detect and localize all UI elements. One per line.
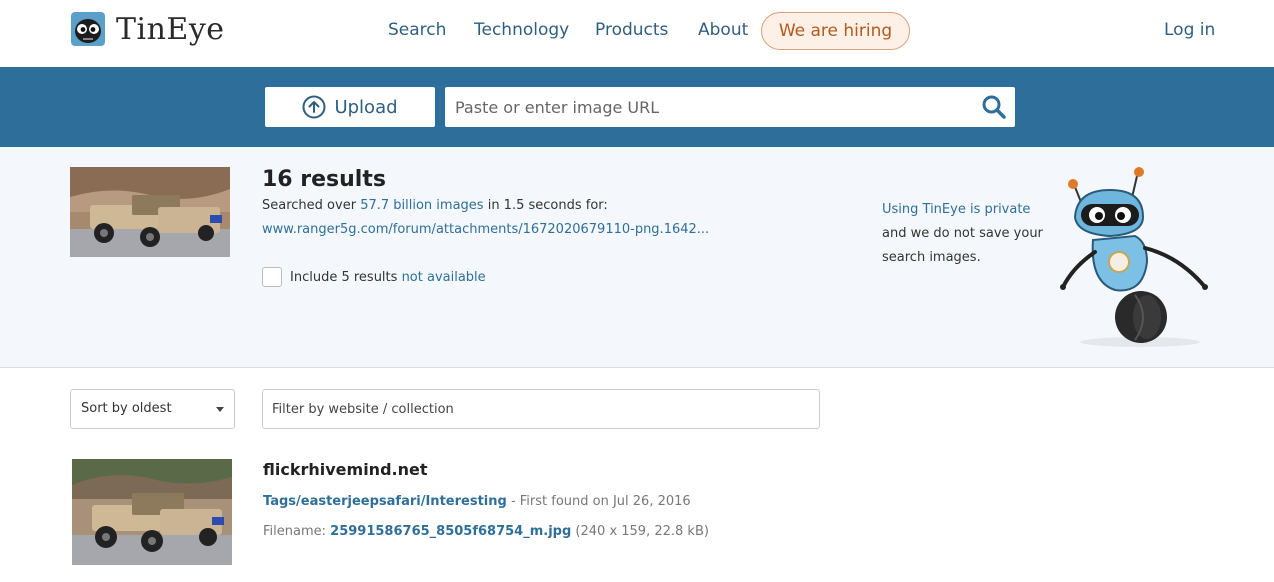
result-first-found: - First found on Jul 26, 2016 — [510, 494, 691, 509]
filter-website-input[interactable] — [263, 390, 819, 428]
result-path-link[interactable]: Tags/easterjeepsafari/Interesting — [263, 494, 507, 509]
query-image-thumbnail[interactable] — [70, 167, 230, 257]
nav-products[interactable]: Products — [595, 20, 668, 40]
results-summary: 16 results Searched over 57.7 billion im… — [0, 147, 1274, 368]
upload-label: Upload — [334, 96, 398, 118]
search-icon[interactable] — [981, 94, 1007, 120]
chevron-down-icon — [216, 407, 224, 412]
brand-name: TinEye — [116, 11, 225, 47]
result-image-thumbnail[interactable] — [72, 459, 232, 565]
not-available-link[interactable]: not available — [402, 270, 486, 285]
search-band: Upload — [0, 67, 1274, 147]
privacy-note: Using TinEye is private and we do not sa… — [882, 198, 1052, 270]
site-header: TinEye Search Technology Products About … — [0, 0, 1274, 67]
include-label: Include 5 results — [290, 269, 398, 285]
sort-select[interactable]: Sort by oldest — [70, 389, 235, 429]
sort-select-value: Sort by oldest — [81, 401, 172, 416]
filter-box — [262, 389, 820, 429]
include-unavailable-checkbox[interactable] — [262, 267, 282, 287]
include-unavailable: Include 5 results not available — [262, 267, 486, 287]
we-are-hiring-button[interactable]: We are hiring — [761, 12, 910, 50]
filename-label: Filename: — [263, 524, 327, 539]
nav-search[interactable]: Search — [388, 20, 446, 40]
searched-prefix: Searched over — [262, 198, 357, 213]
tineye-robot-mascot — [1060, 167, 1208, 347]
nav-technology[interactable]: Technology — [474, 20, 569, 40]
tineye-robot-icon — [71, 12, 105, 46]
upload-button[interactable]: Upload — [265, 87, 435, 127]
privacy-text: and we do not save your search images. — [882, 226, 1043, 265]
url-search-box — [445, 87, 1015, 127]
searched-suffix: in 1.5 seconds for: — [487, 198, 608, 213]
upload-arrow-icon — [302, 95, 326, 119]
image-url-input[interactable] — [455, 87, 975, 127]
result-filename-link[interactable]: 25991586765_8505f68754_m.jpg — [330, 524, 571, 539]
result-filename-line: Filename: 25991586765_8505f68754_m.jpg (… — [263, 524, 709, 539]
images-count-link[interactable]: 57.7 billion images — [360, 198, 483, 213]
result-file-meta: (240 x 159, 22.8 kB) — [575, 524, 709, 539]
searched-over-text: Searched over 57.7 billion images in 1.5… — [262, 198, 608, 213]
tineye-logo[interactable]: TinEye — [70, 9, 225, 49]
result-site-name[interactable]: flickrhivemind.net — [263, 460, 427, 479]
privacy-link[interactable]: Using TinEye is private — [882, 202, 1030, 217]
results-count-title: 16 results — [262, 167, 386, 192]
result-path-line: Tags/easterjeepsafari/Interesting - Firs… — [263, 494, 691, 509]
login-link[interactable]: Log in — [1164, 20, 1215, 40]
nav-about[interactable]: About — [698, 20, 748, 40]
query-url-link[interactable]: www.ranger5g.com/forum/attachments/16720… — [262, 222, 709, 237]
